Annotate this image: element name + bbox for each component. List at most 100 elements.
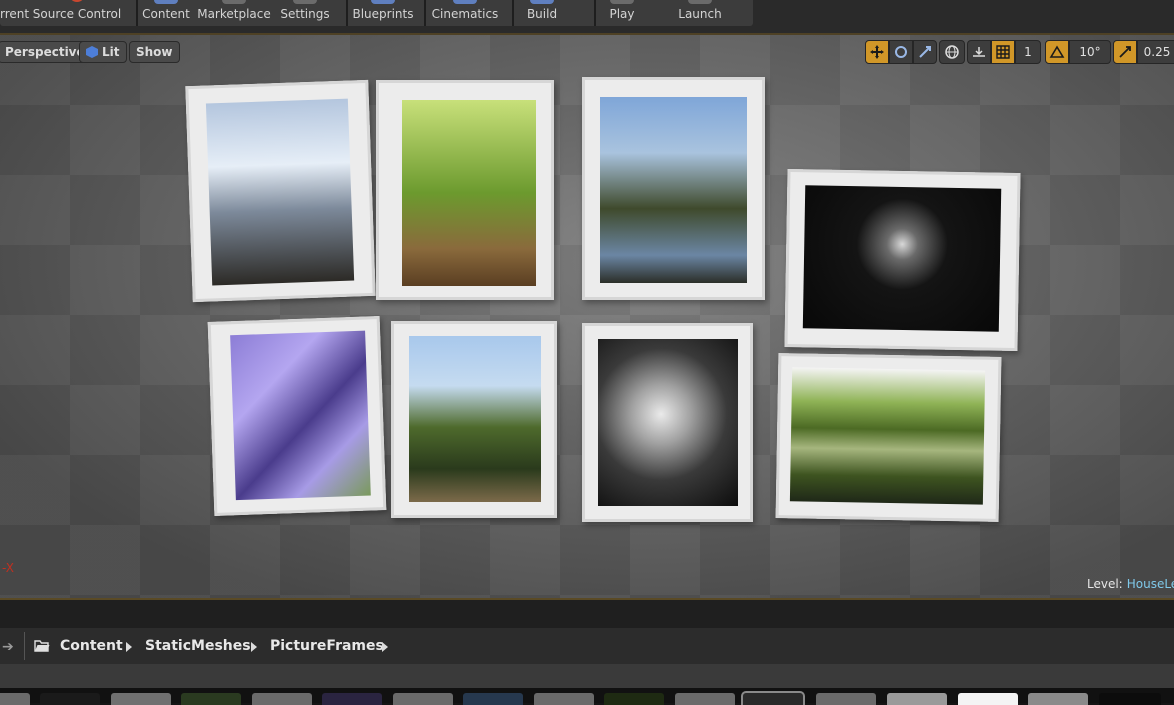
scale-snap-toggle[interactable]: [1113, 40, 1137, 64]
toolbar-separator: [594, 0, 596, 26]
marketplace-button[interactable]: Marketplace: [196, 0, 272, 26]
world-globe-icon: [945, 45, 959, 59]
level-viewport[interactable]: Perspective Lit Show 1 10° 0.25 -X Level…: [0, 35, 1174, 600]
play-label: Play: [609, 7, 635, 21]
content-browser-tab-strip: [0, 600, 1174, 628]
content-button[interactable]: Content: [140, 0, 192, 26]
picture-frame-green-forest[interactable]: [376, 80, 554, 300]
asset-thumbnail[interactable]: [252, 693, 312, 705]
asset-thumbnail[interactable]: [1099, 693, 1161, 705]
rotate-tool-button[interactable]: [889, 40, 913, 64]
grid-snap-toggle[interactable]: [991, 40, 1015, 64]
launch-icon: [688, 0, 712, 4]
level-name[interactable]: HouseLev: [1127, 577, 1174, 591]
settings-button[interactable]: Settings: [278, 0, 332, 26]
breadcrumb-item-pictureframes[interactable]: PictureFrames: [270, 638, 384, 654]
cinematics-label: Cinematics: [431, 7, 499, 21]
asset-thumbnail[interactable]: [604, 693, 664, 705]
rotation-snap-value: 10°: [1079, 45, 1101, 59]
asset-thumbnail[interactable]: [111, 693, 171, 705]
settings-label: Settings: [280, 7, 330, 21]
rotation-snap-value-dropdown[interactable]: 10°: [1069, 40, 1111, 64]
photo-green-forest: [402, 100, 536, 286]
picture-frame-snowy-path[interactable]: [185, 79, 376, 303]
launch-label: Launch: [678, 7, 722, 21]
photo-river-reflection: [789, 367, 986, 505]
current-level-indicator: Level: HouseLev: [1087, 577, 1174, 591]
show-flags-dropdown[interactable]: Show: [129, 41, 180, 63]
scale-snap-value-dropdown[interactable]: 0.25: [1137, 40, 1174, 64]
angle-icon: [1049, 45, 1065, 58]
breadcrumb-divider: [24, 632, 25, 660]
asset-thumbnail[interactable]: [887, 693, 947, 705]
asset-thumbnail[interactable]: [181, 693, 241, 705]
blueprints-button[interactable]: Blueprints: [350, 0, 416, 26]
breadcrumb-arrow-icon[interactable]: [382, 642, 388, 652]
current-level-button[interactable]: rrent: [0, 0, 30, 26]
rotate-icon: [895, 46, 907, 58]
main-toolbar: rrent Source Control Content Marketplace…: [0, 0, 1174, 36]
coordinate-system-button[interactable]: [939, 40, 965, 64]
scale-snap-value: 0.25: [1143, 45, 1171, 59]
viewport-options-dropdown[interactable]: Perspective: [0, 41, 92, 63]
photo-pine-trees-pond: [600, 97, 747, 283]
picture-frame-palm-trees[interactable]: [391, 321, 557, 518]
breadcrumb-item-staticmeshes[interactable]: StaticMeshes: [145, 638, 251, 654]
picture-frame-river-reflection[interactable]: [775, 353, 1002, 522]
photo-bluebell-flowers: [230, 330, 371, 501]
grid-snap-value-dropdown[interactable]: 1: [1015, 40, 1041, 64]
asset-thumbnail[interactable]: [463, 693, 523, 705]
build-button[interactable]: Build: [520, 0, 564, 26]
move-arrows-icon: [870, 45, 884, 59]
asset-thumbnail[interactable]: [393, 693, 453, 705]
asset-thumbnail-selected[interactable]: [741, 691, 805, 705]
content-browser-icon: [154, 0, 178, 4]
content-label: Content: [142, 7, 190, 21]
settings-icon: [293, 0, 317, 4]
breadcrumb: ➔ Content StaticMeshes PictureFrames: [0, 628, 1174, 664]
asset-thumbnail[interactable]: [0, 693, 30, 705]
breadcrumb-arrow-icon[interactable]: [251, 642, 257, 652]
asset-thumbnail-grid: [0, 688, 1174, 705]
picture-frame-pine-pond[interactable]: [582, 77, 765, 300]
blueprints-label: Blueprints: [352, 7, 414, 21]
show-label: Show: [136, 45, 173, 59]
asset-thumbnail[interactable]: [1028, 693, 1088, 705]
translate-tool-button[interactable]: [865, 40, 889, 64]
axis-indicator-x: -X: [2, 561, 14, 575]
perspective-label: Perspective: [5, 45, 85, 59]
toolbar-separator: [512, 0, 514, 26]
picture-frame-fireworks[interactable]: [784, 168, 1021, 352]
toolbar-separator: [136, 0, 138, 26]
cinematics-button[interactable]: Cinematics: [428, 0, 502, 26]
source-control-icon: [69, 0, 85, 2]
breadcrumb-item-content[interactable]: Content: [60, 638, 123, 654]
scale-snap-icon: [1119, 46, 1131, 58]
picture-frame-bw-lily[interactable]: [582, 323, 753, 522]
breadcrumb-arrow-icon[interactable]: [126, 642, 132, 652]
build-icon: [530, 0, 554, 4]
view-mode-dropdown[interactable]: Lit: [79, 41, 127, 63]
current-level-label: rrent: [0, 7, 30, 21]
level-prefix: Level:: [1087, 577, 1123, 591]
surface-snapping-button[interactable]: [967, 40, 991, 64]
lit-label: Lit: [102, 45, 120, 59]
launch-button[interactable]: Launch: [674, 0, 726, 26]
asset-thumbnail[interactable]: [40, 693, 100, 705]
scale-tool-button[interactable]: [913, 40, 937, 64]
rotation-snap-toggle[interactable]: [1045, 40, 1069, 64]
asset-thumbnail[interactable]: [675, 693, 735, 705]
asset-thumbnail[interactable]: [534, 693, 594, 705]
source-control-button[interactable]: Source Control: [32, 0, 122, 26]
picture-frame-bluebells[interactable]: [207, 316, 387, 516]
blueprints-icon: [371, 0, 395, 4]
asset-thumbnail[interactable]: [322, 693, 382, 705]
content-browser-filter-bar: [0, 664, 1174, 688]
asset-thumbnail[interactable]: [958, 693, 1018, 705]
play-button[interactable]: Play: [602, 0, 642, 26]
photo-fireworks: [802, 185, 1002, 332]
surface-snap-icon: [973, 47, 985, 57]
forward-arrow-icon[interactable]: ➔: [2, 639, 14, 655]
photo-black-white-lily: [598, 339, 738, 506]
asset-thumbnail[interactable]: [816, 693, 876, 705]
